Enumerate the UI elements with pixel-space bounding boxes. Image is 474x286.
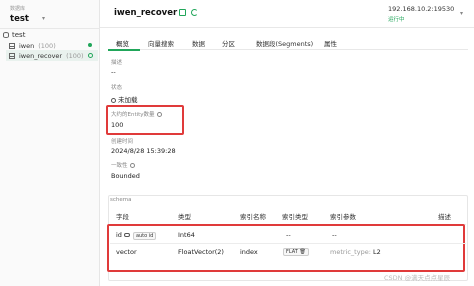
created-time-value: 2024/8/28 15:39:28 [111,147,176,155]
tab-properties[interactable]: 属性 [324,38,337,48]
description-value: -- [111,68,116,76]
tab-partitions[interactable]: 分区 [222,38,235,48]
connection-status: 运行中 [388,17,405,23]
tree-root-label: test [12,31,26,39]
unloaded-status-icon [88,53,93,58]
auto-id-badge: auto id [132,232,157,240]
entity-count-label: 大约的Entity数量 [111,110,162,118]
collection-title: iwen_recover [114,8,178,18]
entity-count-value: 100 [111,121,124,129]
collection-icon [9,52,15,59]
active-tab-indicator [108,49,140,51]
connection-info: 192.168.10.2:19530 运行中 [388,5,454,23]
table-row-field-id: id auto id [116,231,157,240]
index-type-text: FLAT [286,249,298,255]
collection-count: (100) [38,41,56,50]
created-time-label: 创建时间 [111,139,134,145]
schema-caption: schema [110,197,132,203]
status-value: 未加载 [111,94,138,104]
status-label: 状态 [111,85,123,91]
index-params: metric_type: L2 [330,248,381,256]
index-params-value: L2 [372,248,381,256]
collection-icon [9,42,15,49]
tab-bar: 概览 向量搜索 数据 分区 数据段(Segments) 属性 [108,36,468,51]
loaded-status-icon [88,43,92,47]
description-label: 描述 [111,60,123,66]
field-name: vector [116,248,137,256]
collection-count: (100) [66,51,84,60]
chevron-down-icon: ▾ [42,15,46,22]
column-header-description: 描述 [438,213,451,221]
consistency-label-text: 一致性 [111,163,128,169]
info-icon[interactable] [156,112,162,117]
field-type: FloatVector(2) [178,248,224,256]
field-name: id [116,231,122,239]
row-divider [110,243,466,244]
index-params-key: metric_type: [330,248,371,256]
sidebar-item-iwen-recover[interactable]: iwen_recover (100) [6,50,98,61]
copy-icon[interactable] [179,9,186,16]
info-icon[interactable] [129,163,135,168]
column-header-field: 字段 [116,213,129,221]
column-header-type: 类型 [178,213,191,221]
consistency-value: Bounded [111,172,140,180]
delete-icon[interactable]: 🗑 [299,249,305,255]
connection-ip: 192.168.10.2:19530 [388,5,455,13]
index-type: -- [286,231,291,239]
column-header-index-params: 索引参数 [330,213,356,221]
database-name: test [10,14,29,24]
chevron-down-icon[interactable]: ▾ [460,10,463,17]
database-icon [3,32,9,38]
column-header-index-name: 索引名称 [240,213,266,221]
collection-name: iwen [19,41,35,50]
header: iwen_recover 192.168.10.2:19530 运行中 ▾ [100,0,474,28]
status-text: 未加载 [118,96,138,104]
database-selector[interactable]: 数据库 test ▾ [4,3,48,25]
field-type: Int64 [178,231,195,239]
tab-overview[interactable]: 概览 [116,38,129,48]
refresh-icon[interactable] [191,9,198,16]
tab-segments[interactable]: 数据段(Segments) [256,38,313,48]
tree-root[interactable]: test [3,31,25,39]
column-header-index-type: 索引类型 [282,213,308,221]
tab-data[interactable]: 数据 [192,38,205,48]
index-name: index [240,248,258,256]
sidebar: 数据库 test ▾ test iwen (100) iwen_recover … [0,0,100,286]
key-icon [123,233,130,237]
index-type-chip: FLAT 🗑 [283,248,309,256]
status-circle-icon [111,98,116,103]
database-caption: 数据库 [10,6,26,12]
collection-name: iwen_recover [19,51,63,60]
watermark: CSDN @满天点点星辰 [384,274,451,282]
tab-vector-search[interactable]: 向量搜索 [148,38,174,48]
index-type-badge[interactable]: FLAT 🗑 [283,247,309,256]
consistency-label: 一致性 [111,161,135,169]
index-params: -- [332,231,337,239]
entity-count-label-text: 大约的Entity数量 [111,112,155,118]
divider [0,28,100,29]
